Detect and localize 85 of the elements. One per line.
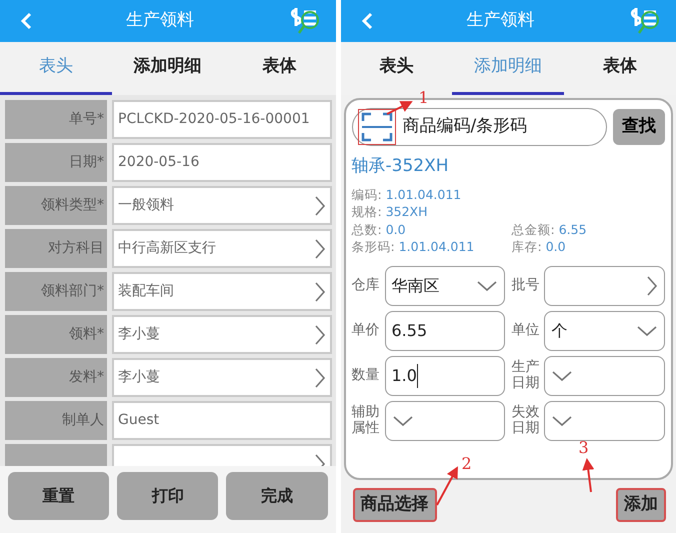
chevron-down-icon <box>636 324 658 336</box>
tab[interactable]: 表体 <box>224 42 336 95</box>
chevron-right-icon <box>314 366 326 388</box>
field-value: 6.55 <box>392 320 428 342</box>
scan-icon[interactable] <box>360 112 392 142</box>
field-value: 2020-05-16 <box>118 153 200 172</box>
field-label: 辅助属性 <box>352 405 380 436</box>
input-field[interactable]: 6.55 <box>384 310 506 350</box>
field-value: 1.0 <box>392 364 418 388</box>
input-field[interactable]: 中行高新区支行 <box>112 229 332 268</box>
field-label: 发料* <box>5 358 107 397</box>
annotation-arrow <box>436 466 458 506</box>
annotation-arrow <box>582 458 594 492</box>
field-value: 李小蔓 <box>118 368 160 387</box>
field-label: 失效日期 <box>511 405 540 436</box>
input-field[interactable]: 2020-05-16 <box>112 143 332 182</box>
product-detail: 条形码: 1.01.04.011 <box>352 238 476 256</box>
annotation-arrow <box>386 101 412 115</box>
input-field[interactable]: 华南区 <box>384 266 506 306</box>
tab[interactable]: 表体 <box>564 42 676 95</box>
field-label: 单位 <box>511 322 540 338</box>
field-value: PCLCKD-2020-05-16-00001 <box>118 110 310 129</box>
action-button[interactable]: 添加 <box>616 488 666 522</box>
chevron-right-icon <box>314 194 326 216</box>
input-field[interactable]: 一般领料 <box>112 186 332 225</box>
annotation-number: 1 <box>418 87 429 109</box>
field-label: 仓库 <box>352 278 380 294</box>
screen-title: 生产领料 <box>466 9 534 32</box>
input-field[interactable]: 李小蔓 <box>112 315 332 354</box>
product-detail: 总金额: 6.55 <box>512 220 588 238</box>
input-field[interactable] <box>544 266 665 306</box>
chevron-right-icon <box>646 274 658 296</box>
field-label: 制单人 <box>5 401 107 440</box>
chevron-right-icon <box>314 238 326 260</box>
search-button[interactable]: 查找 <box>613 109 665 145</box>
search-bar[interactable]: 商品编码/条形码 <box>352 108 607 146</box>
back-icon[interactable] <box>360 12 372 30</box>
tab[interactable]: 添加明细 <box>112 42 224 95</box>
annotation-number: 3 <box>578 437 589 459</box>
field-label: 单号* <box>5 100 107 139</box>
product-detail: 规格: 352XH <box>352 203 429 220</box>
field-label: 领料类型* <box>5 186 107 225</box>
input-field[interactable]: PCLCKD-2020-05-16-00001 <box>112 100 332 139</box>
field-label: 领料部门* <box>5 272 107 311</box>
screen-title: 生产领料 <box>126 9 194 32</box>
back-icon[interactable] <box>20 12 32 30</box>
input-field[interactable]: 李小蔓 <box>112 358 332 397</box>
input-field[interactable] <box>544 400 665 440</box>
action-button[interactable]: 重置 <box>8 472 110 520</box>
input-field[interactable]: Guest <box>112 401 332 440</box>
field-label: 生产日期 <box>511 360 540 391</box>
chevron-down-icon <box>476 280 498 292</box>
product-detail: 库存: 0.0 <box>512 238 567 256</box>
field-value: 中行高新区支行 <box>118 239 216 258</box>
field-label: 批号 <box>511 278 540 294</box>
chevron-down-icon <box>392 414 414 426</box>
chevron-down-icon <box>551 370 574 382</box>
field-value: 李小蔓 <box>118 325 160 344</box>
annotation-number: 2 <box>462 453 472 475</box>
field-value: 个 <box>551 320 568 342</box>
search-field[interactable]: 商品编码/条形码 <box>400 113 590 141</box>
chevron-right-icon <box>314 324 326 346</box>
input-field[interactable]: 个 <box>544 310 665 350</box>
field-value: Guest <box>118 411 160 430</box>
field-value: 华南区 <box>392 274 440 296</box>
product-name: 轴承-352XH <box>352 155 450 178</box>
field-value: 装配车间 <box>118 282 174 301</box>
product-detail: 总数: 0.0 <box>352 220 407 238</box>
action-button[interactable]: 打印 <box>117 472 218 520</box>
chevron-right-icon <box>314 280 326 302</box>
input-field[interactable]: 1.0 <box>384 356 506 396</box>
field-label: 单价 <box>352 322 380 338</box>
input-field[interactable] <box>384 400 506 440</box>
action-button[interactable]: 完成 <box>226 472 328 520</box>
input-field[interactable] <box>544 356 665 396</box>
field-label: 数量 <box>352 368 380 384</box>
chevron-down-icon <box>551 414 574 426</box>
field-value: 一般领料 <box>118 196 174 215</box>
field-label: 日期* <box>5 143 107 182</box>
product-detail: 编码: 1.01.04.011 <box>352 186 462 203</box>
money-search-icon[interactable] <box>628 6 662 36</box>
input-field[interactable]: 装配车间 <box>112 272 332 311</box>
field-label: 领料* <box>5 315 107 354</box>
field-label: 对方科目 <box>5 229 107 268</box>
action-button[interactable]: 商品选择 <box>352 488 436 522</box>
